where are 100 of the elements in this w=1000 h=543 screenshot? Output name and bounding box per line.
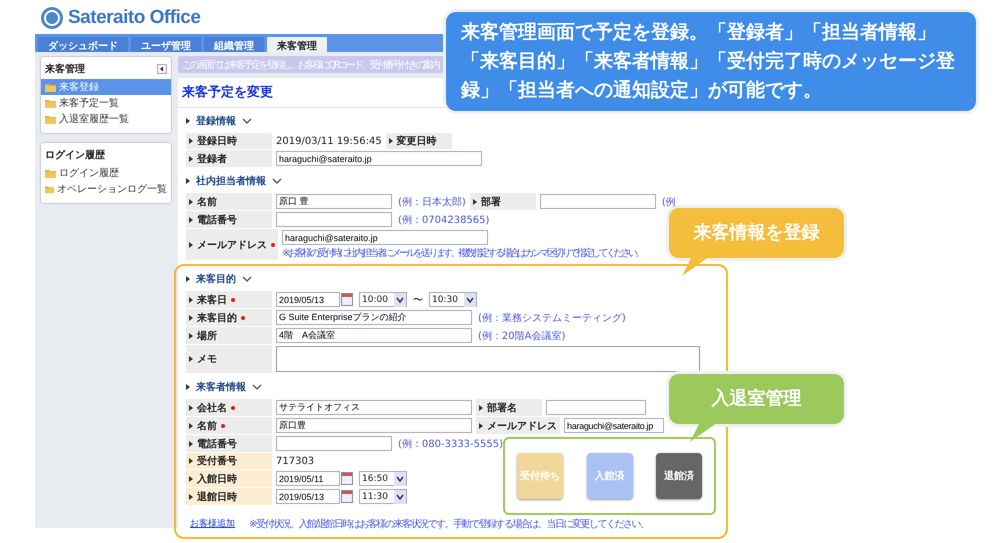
example-hint: (例：日本太郎) — [398, 196, 466, 208]
status-button[interactable]: 退館済 — [656, 453, 702, 499]
field-label: 部署 — [480, 196, 501, 208]
section-title: 登録情報 — [196, 114, 236, 128]
panel-title: ログイン履歴 — [45, 148, 105, 162]
field-label: 場所 — [197, 330, 217, 342]
required-mark-icon — [231, 406, 235, 410]
bullet-icon — [189, 356, 193, 362]
date-field[interactable]: 2019/05/11 — [276, 471, 340, 486]
bullet-icon — [189, 138, 193, 144]
calendar-icon[interactable] — [341, 293, 353, 306]
text-field[interactable]: haraguchi@sateraito.jp — [564, 418, 664, 433]
tab[interactable]: ユーザ管理 — [131, 37, 201, 52]
tab[interactable]: 来客管理 — [267, 37, 327, 52]
panel-title: 来客管理 — [45, 62, 85, 76]
field-label: 部署名 — [487, 402, 517, 414]
bullet-icon — [186, 178, 190, 184]
bullet-icon — [186, 384, 190, 390]
example-hint: (例：業務システムミーティング) — [478, 312, 626, 324]
help-note: ※お客様の受付時に社内担当者にメールを送ります。複数指定する場合はカンマ区切りで指定してください。 — [282, 246, 643, 260]
chevron-down-icon[interactable] — [242, 275, 252, 283]
text-field[interactable]: 4階 A会議室 — [276, 328, 472, 343]
field-label: 登録者 — [197, 152, 227, 166]
calendar-icon[interactable] — [341, 490, 353, 503]
bullet-icon — [189, 242, 193, 248]
field-label: 登録日時 — [197, 134, 237, 148]
help-note: ※受付状況、入館/退館日時はお客様の来客状況です。手動で登録する場合は、当日に変更してください。 — [249, 518, 649, 531]
bullet-icon — [189, 440, 193, 446]
field-label: 入館日時 — [197, 472, 237, 486]
required-mark-icon — [271, 242, 275, 246]
text-field[interactable] — [546, 400, 646, 415]
bullet-icon — [189, 494, 193, 500]
bullet-icon — [189, 156, 193, 162]
example-hint: (例：080-3333-5555) — [398, 438, 504, 450]
text-field[interactable]: 原口 豊 — [276, 194, 392, 209]
memo-field[interactable] — [276, 346, 700, 372]
callout: 来客管理画面で予定を登録。「登録者」「担当者情報」「来客目的」「来客者情報」「受付完了時のメッセージ登録」「担当者への通知設定」が可能です。 — [446, 12, 976, 111]
field-label: 電話番号 — [197, 438, 237, 450]
field-value: 717303 — [276, 456, 314, 466]
required-mark-icon — [241, 316, 245, 320]
text-field[interactable] — [276, 212, 392, 227]
folder-icon — [45, 82, 56, 92]
bullet-icon — [479, 422, 483, 428]
required-mark-icon — [231, 298, 235, 302]
text-field[interactable] — [540, 194, 656, 209]
bullet-icon — [189, 476, 193, 482]
date-field[interactable]: 2019/05/13 — [276, 489, 340, 504]
tab[interactable]: 組織管理 — [204, 37, 264, 52]
text-field[interactable]: haraguchi@sateraito.jp — [276, 151, 482, 166]
date-field[interactable]: 2019/05/13 — [276, 292, 340, 307]
section-title: 来客目的 — [196, 272, 236, 286]
text-field[interactable]: 原口豊 — [276, 418, 472, 433]
bullet-icon — [189, 216, 193, 222]
add-customer-link[interactable]: お客様追加 — [190, 517, 235, 531]
chevron-down-icon[interactable] — [272, 177, 282, 185]
field-label: 名前 — [197, 196, 217, 208]
required-mark-icon — [221, 424, 225, 428]
time-select[interactable]: 11:30 — [359, 489, 407, 504]
tab[interactable]: ダッシュボード — [38, 37, 128, 52]
bullet-icon — [186, 276, 190, 282]
chevron-down-icon[interactable] — [242, 117, 252, 125]
bullet-icon — [189, 404, 193, 410]
calendar-icon[interactable] — [341, 472, 353, 485]
field-label: メールアドレス — [487, 420, 557, 432]
text-field[interactable]: G Suite Enterpriseプランの紹介 — [276, 310, 472, 325]
text-field[interactable]: haraguchi@sateraito.jp — [282, 230, 488, 245]
field-label: メモ — [197, 353, 217, 366]
chevron-down-icon[interactable] — [252, 383, 262, 391]
field-label: 変更日時 — [396, 134, 437, 148]
time-select[interactable]: 10:00 — [359, 292, 407, 307]
field-label: 退館日時 — [197, 490, 237, 504]
section-title: 社内担当者情報 — [196, 174, 266, 188]
field-label: 受付番号 — [197, 454, 237, 468]
field-label: メールアドレス — [197, 238, 267, 252]
bullet-icon — [189, 422, 193, 428]
text-field[interactable] — [276, 436, 392, 451]
bullet-icon — [189, 198, 193, 204]
example-hint: (例：0704238565) — [398, 214, 490, 226]
sidebar-item[interactable]: オペレーションログ一覧 — [41, 181, 171, 197]
folder-icon — [45, 168, 56, 178]
bullet-icon — [189, 332, 193, 338]
folder-icon — [45, 98, 56, 108]
bullet-icon — [186, 118, 190, 124]
field-label: 来客日 — [197, 293, 227, 306]
sidebar-item[interactable]: ログイン履歴 — [41, 165, 171, 181]
folder-icon — [45, 114, 56, 124]
sidebar-item[interactable]: 入退室履歴一覧 — [41, 111, 171, 127]
time-select[interactable]: 16:50 — [359, 471, 407, 486]
section-title: 来客者情報 — [196, 380, 246, 394]
range-separator: 〜 — [413, 294, 423, 306]
folder-icon — [45, 184, 54, 194]
time-select[interactable]: 10:30 — [429, 292, 477, 307]
bullet-icon — [189, 296, 193, 302]
text-field[interactable]: サテライトオフィス — [276, 400, 472, 415]
bullet-icon — [189, 458, 193, 464]
sidebar-item[interactable]: 来客予定一覧 — [41, 95, 171, 111]
field-label: 名前 — [197, 420, 217, 432]
collapse-icon[interactable] — [157, 64, 167, 74]
example-hint: (例 — [662, 196, 676, 208]
logo-icon — [40, 6, 64, 30]
